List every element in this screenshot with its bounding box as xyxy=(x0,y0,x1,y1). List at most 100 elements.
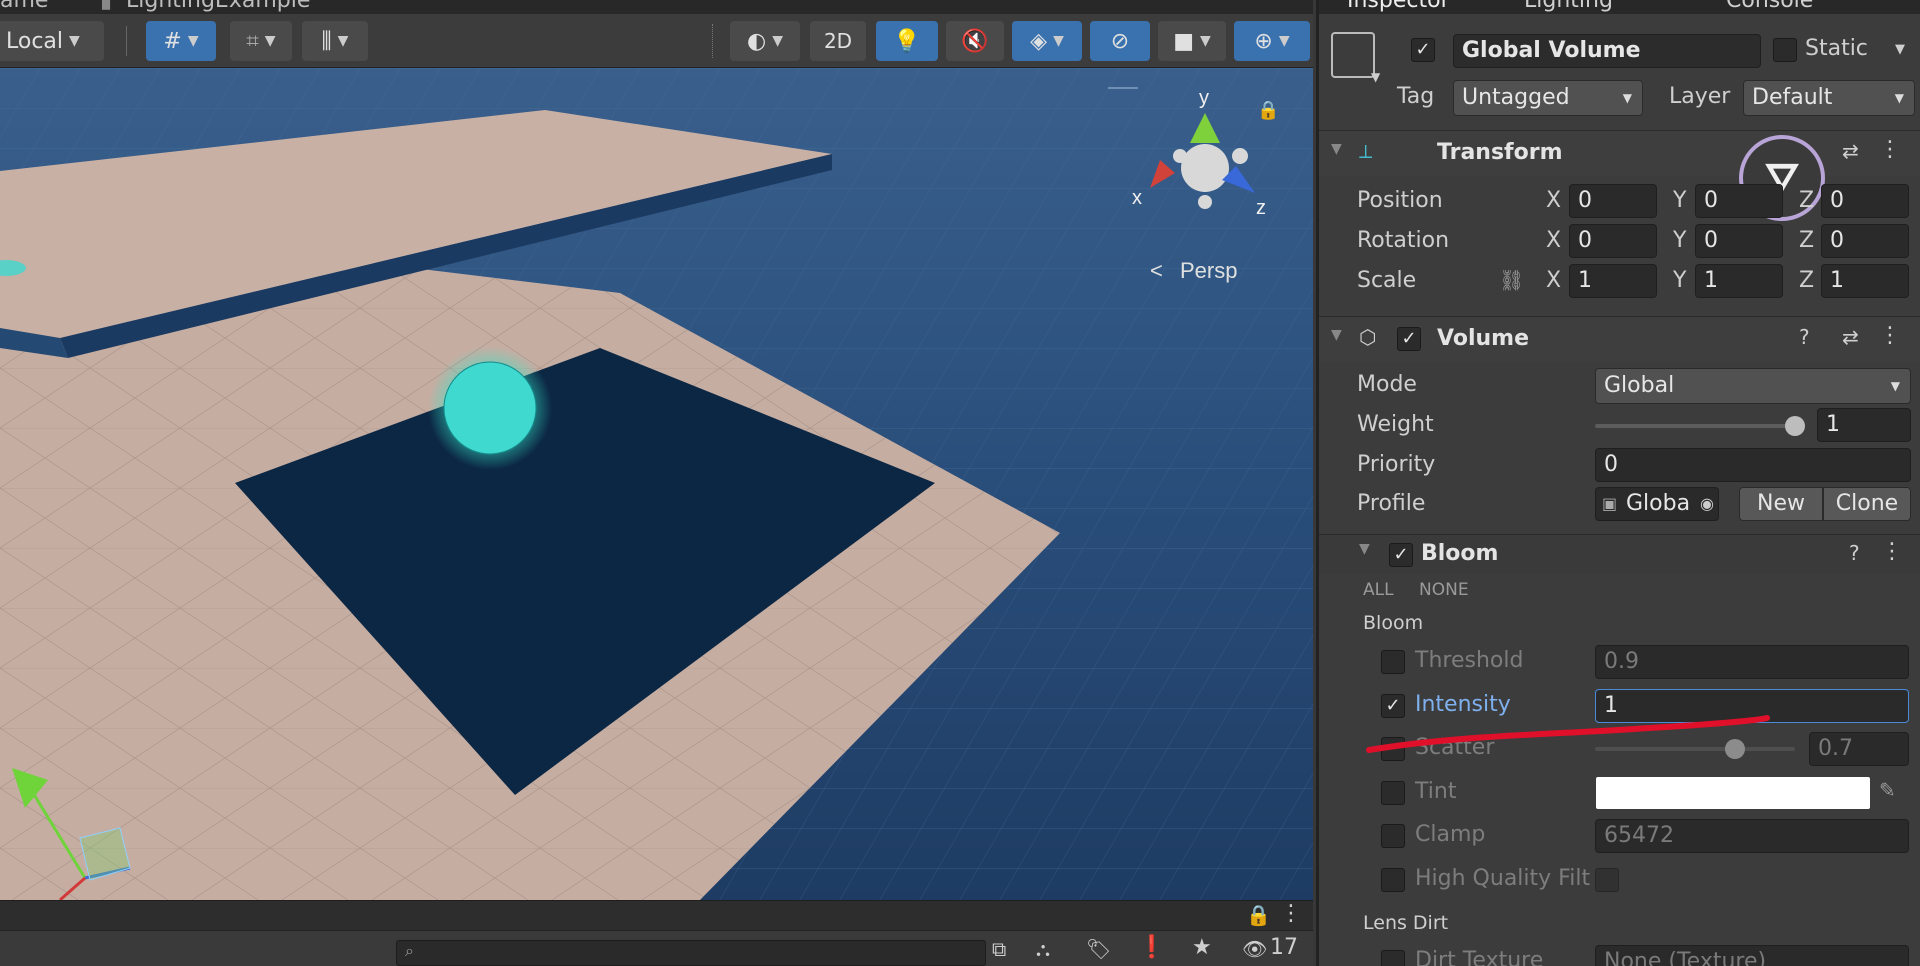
scene-visibility-button[interactable]: ⊘ xyxy=(1090,21,1150,61)
scatter-slider-thumb[interactable] xyxy=(1725,739,1745,759)
high-quality-filtering-checkbox[interactable] xyxy=(1595,868,1619,892)
intensity-field[interactable]: 1 xyxy=(1595,689,1909,723)
dirt-texture-override-checkbox[interactable] xyxy=(1381,950,1405,966)
threshold-field[interactable]: 0.9 xyxy=(1595,645,1909,679)
bloom-enabled-checkbox[interactable]: ✓ xyxy=(1389,543,1413,567)
tag-dropdown[interactable]: Untagged xyxy=(1453,80,1643,116)
none-button[interactable]: NONE xyxy=(1419,580,1469,600)
draw-mode-button[interactable]: ◐ ▼ xyxy=(730,21,800,61)
priority-field[interactable]: 0 xyxy=(1595,448,1911,482)
rotation-z-field[interactable]: 0 xyxy=(1821,224,1909,258)
scene-viewport[interactable]: y x z < Persp 🔒 xyxy=(0,68,1313,900)
tab-lighting-example[interactable]: LightingExample xyxy=(126,0,310,13)
weight-slider-track[interactable] xyxy=(1595,416,1805,436)
scale-z-label[interactable]: Z xyxy=(1799,268,1814,293)
grid-snap-button[interactable]: # ▼ xyxy=(146,21,216,61)
ruler-button[interactable]: ⫼ ▼ xyxy=(302,21,368,61)
scale-x-label[interactable]: X xyxy=(1546,268,1561,293)
kebab-menu-icon[interactable]: ⋮ xyxy=(1280,901,1302,926)
presets-icon[interactable]: ⇄ xyxy=(1842,325,1859,349)
position-y-label[interactable]: Y xyxy=(1673,188,1686,213)
tab-lighting[interactable]: Lighting xyxy=(1524,0,1613,13)
warning-icon[interactable]: ❗ xyxy=(1138,935,1165,960)
transform-header[interactable]: ▼ ⟂ Transform ? ⇄ ⋮ xyxy=(1319,130,1920,176)
lock-icon[interactable]: 🔒 xyxy=(1257,100,1279,121)
scatter-override-checkbox[interactable] xyxy=(1381,737,1405,761)
rotation-z-label[interactable]: Z xyxy=(1799,228,1814,253)
foldout-arrow-icon[interactable]: ▼ xyxy=(1331,327,1342,343)
gizmo-neg-y[interactable] xyxy=(1198,195,1212,209)
rotation-y-field[interactable]: 0 xyxy=(1695,224,1783,258)
create-icon[interactable]: ⧉ xyxy=(992,937,1006,961)
weight-slider-thumb[interactable] xyxy=(1785,416,1805,436)
dirt-texture-field[interactable]: None (Texture) xyxy=(1595,945,1909,966)
kebab-menu-icon[interactable]: ⋮ xyxy=(1881,539,1903,564)
foldout-arrow-icon[interactable]: ▼ xyxy=(1331,141,1342,157)
filter-type-icon[interactable]: ⛬ xyxy=(1036,937,1050,961)
tab-inspector[interactable]: Inspector xyxy=(1347,0,1450,13)
tint-override-checkbox[interactable] xyxy=(1381,781,1405,805)
position-z-label[interactable]: Z xyxy=(1799,188,1814,213)
scale-y-field[interactable]: 1 xyxy=(1695,264,1783,298)
pivot-mode-dropdown[interactable]: Local ▼ xyxy=(0,21,104,61)
kebab-menu-icon[interactable]: ⋮ xyxy=(1879,137,1901,162)
foldout-arrow-icon[interactable]: ▼ xyxy=(1359,541,1370,557)
scatter-field[interactable]: 0.7 xyxy=(1809,732,1909,766)
camera-button[interactable]: ■ ▼ xyxy=(1158,21,1226,61)
gizmo-neg-x[interactable] xyxy=(1232,148,1248,164)
persp-label[interactable]: Persp xyxy=(1180,258,1237,283)
hq-override-checkbox[interactable] xyxy=(1381,868,1405,892)
increment-snap-button[interactable]: ⌗ ▼ xyxy=(230,21,292,61)
position-x-field[interactable]: 0 xyxy=(1569,184,1657,218)
bloom-header[interactable]: ▼ ✓ Bloom ? ⋮ xyxy=(1319,534,1920,574)
effects-toggle-button[interactable]: ◈ ▼ xyxy=(1012,21,1082,61)
audio-toggle-button[interactable]: 🔇 xyxy=(946,21,1004,61)
help-icon[interactable]: ? xyxy=(1849,541,1860,565)
chevron-down-icon[interactable]: ▼ xyxy=(1371,70,1380,84)
mode-dropdown[interactable]: Global xyxy=(1595,368,1911,404)
2d-toggle-button[interactable]: 2D xyxy=(810,21,866,61)
label-icon[interactable]: 🏷 xyxy=(1086,937,1111,961)
tab-game[interactable]: ame xyxy=(0,0,48,13)
gizmos-button[interactable]: ⊕ ▼ xyxy=(1234,21,1310,61)
volume-enabled-checkbox[interactable]: ✓ xyxy=(1397,327,1421,351)
active-checkbox[interactable]: ✓ xyxy=(1411,38,1435,62)
object-name-field[interactable]: Global Volume xyxy=(1453,34,1761,68)
rotation-x-label[interactable]: X xyxy=(1546,228,1561,253)
rotation-y-label[interactable]: Y xyxy=(1673,228,1686,253)
intensity-override-checkbox[interactable]: ✓ xyxy=(1381,694,1405,718)
position-z-field[interactable]: 0 xyxy=(1821,184,1909,218)
clamp-override-checkbox[interactable] xyxy=(1381,824,1405,848)
scale-x-field[interactable]: 1 xyxy=(1569,264,1657,298)
lock-icon[interactable]: 🔒 xyxy=(1246,903,1271,927)
star-icon[interactable]: ★ xyxy=(1192,935,1212,960)
clamp-field[interactable]: 65472 xyxy=(1595,819,1909,853)
eyedropper-icon[interactable]: ✎ xyxy=(1879,778,1896,802)
clone-profile-button[interactable]: Clone xyxy=(1823,487,1911,521)
position-x-label[interactable]: X xyxy=(1546,188,1561,213)
kebab-menu-icon[interactable]: ⋮ xyxy=(1879,323,1901,348)
scale-y-label[interactable]: Y xyxy=(1673,268,1686,293)
tab-console[interactable]: Console xyxy=(1726,0,1813,13)
lighting-toggle-button[interactable]: 💡 xyxy=(876,21,938,61)
profile-field[interactable]: ▣ Globa ◉ xyxy=(1595,487,1719,521)
presets-icon[interactable]: ⇄ xyxy=(1842,139,1859,163)
layer-dropdown[interactable]: Default xyxy=(1743,80,1915,116)
scale-z-field[interactable]: 1 xyxy=(1821,264,1909,298)
all-button[interactable]: ALL xyxy=(1363,580,1394,600)
project-search-input[interactable]: ⌕ xyxy=(396,940,986,966)
scatter-slider-track[interactable] xyxy=(1595,739,1795,759)
emissive-sphere[interactable] xyxy=(443,361,537,455)
object-picker-icon[interactable]: ◉ xyxy=(1700,488,1714,520)
gizmo-neg-z[interactable] xyxy=(1173,149,1187,163)
rotation-x-field[interactable]: 0 xyxy=(1569,224,1657,258)
help-icon[interactable]: ? xyxy=(1799,325,1810,349)
tint-color-swatch[interactable] xyxy=(1596,777,1870,809)
gizmo-center[interactable] xyxy=(1181,144,1229,192)
volume-header[interactable]: ▼ ⬡ ✓ Volume ? ⇄ ⋮ xyxy=(1319,316,1920,362)
constrain-proportions-icon[interactable]: ⛓ xyxy=(1499,268,1524,292)
position-y-field[interactable]: 0 xyxy=(1695,184,1783,218)
new-profile-button[interactable]: New xyxy=(1739,487,1823,521)
threshold-override-checkbox[interactable] xyxy=(1381,650,1405,674)
static-checkbox[interactable] xyxy=(1773,38,1797,62)
